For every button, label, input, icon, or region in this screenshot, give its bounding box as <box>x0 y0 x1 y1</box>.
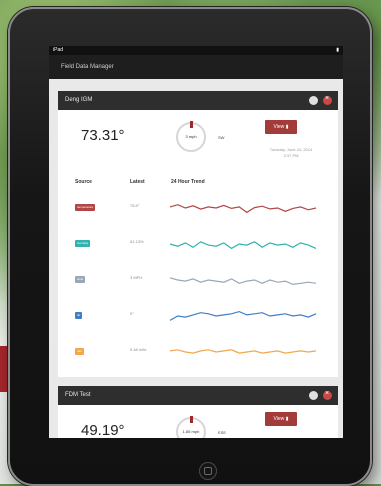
current-reading: 73.31° <box>81 127 125 144</box>
lock-icon: ▮ <box>285 124 289 130</box>
panel-header: Deng IGM <box>58 89 338 110</box>
sensor-row: humidity 61.13% <box>58 231 338 271</box>
trend-sparkline <box>169 310 317 321</box>
source-tag[interactable]: wind <box>75 276 86 283</box>
trend-sparkline <box>169 241 317 250</box>
close-icon[interactable] <box>323 384 332 403</box>
status-carrier: iPad <box>53 47 64 53</box>
trend-line <box>169 277 317 286</box>
home-button[interactable] <box>199 462 217 480</box>
trend-line <box>169 310 317 321</box>
view-button-label: View <box>273 416 285 422</box>
app-title-bar: Field Data Manager <box>49 55 343 79</box>
app-title: Field Data Manager <box>61 64 114 70</box>
view-button[interactable]: View ▮ <box>265 120 297 134</box>
station-panel-2: FDM Test 49.19° 1.85 mph ESE View ▮ <box>58 384 338 438</box>
latest-value: 3 MPH <box>130 275 143 280</box>
latest-value: 61.13% <box>130 239 144 244</box>
latest-value: 0° <box>130 311 134 316</box>
panel-title: Deng IGM <box>65 97 93 103</box>
column-source: Source <box>75 179 92 185</box>
status-battery: ▮ <box>336 47 339 53</box>
trend-sparkline <box>169 349 317 354</box>
app-screen: iPad ▮ Field Data Manager Deng IGM 73.31… <box>49 46 343 438</box>
sensor-row: rain 0.48 in/hr <box>58 339 338 379</box>
column-trend: 24 Hour Trend <box>171 179 205 185</box>
trend-line <box>169 204 317 214</box>
wind-speed: 3 mph <box>185 134 197 139</box>
trend-line <box>169 349 317 354</box>
sensor-row: temperature 75.5° <box>58 195 338 235</box>
lock-icon: ▮ <box>285 416 289 422</box>
current-reading: 49.19° <box>81 422 125 438</box>
wind-gauge: 3 mph <box>176 121 206 152</box>
column-latest: Latest <box>130 179 145 185</box>
status-bar: iPad ▮ <box>49 46 343 55</box>
source-tag[interactable]: humidity <box>75 240 91 247</box>
settings-icon[interactable] <box>309 391 318 400</box>
source-tag[interactable]: rain <box>75 348 85 355</box>
close-icon[interactable] <box>323 89 332 108</box>
station-panel: Deng IGM 73.31° 3 mph SW View ▮ Tuesday,… <box>58 89 338 379</box>
view-button-label: View <box>273 124 285 130</box>
panel-title: FDM Test <box>65 392 91 398</box>
settings-icon[interactable] <box>309 96 318 105</box>
trend-sparkline <box>169 277 317 286</box>
wind-direction: ESE <box>218 430 227 435</box>
source-tag[interactable]: temperature <box>75 204 96 211</box>
view-button[interactable]: View ▮ <box>265 412 297 426</box>
sensor-row: wind 3 MPH <box>58 267 338 307</box>
reading-time: 3:37 PM <box>283 153 299 158</box>
source-tag[interactable]: dir <box>75 312 83 319</box>
wind-direction: SW <box>218 135 225 140</box>
latest-value: 0.48 in/hr <box>130 347 147 352</box>
panel-header: FDM Test <box>58 384 338 405</box>
trend-sparkline <box>169 204 317 214</box>
latest-value: 75.5° <box>130 203 140 208</box>
wind-gauge: 1.85 mph <box>176 416 206 438</box>
reading-datetime: Tuesday, June 24, 2014 3:37 PM <box>253 147 329 159</box>
sensor-row: dir 0° <box>58 303 338 343</box>
wind-speed: 1.85 mph <box>182 429 200 434</box>
trend-line <box>169 241 317 250</box>
